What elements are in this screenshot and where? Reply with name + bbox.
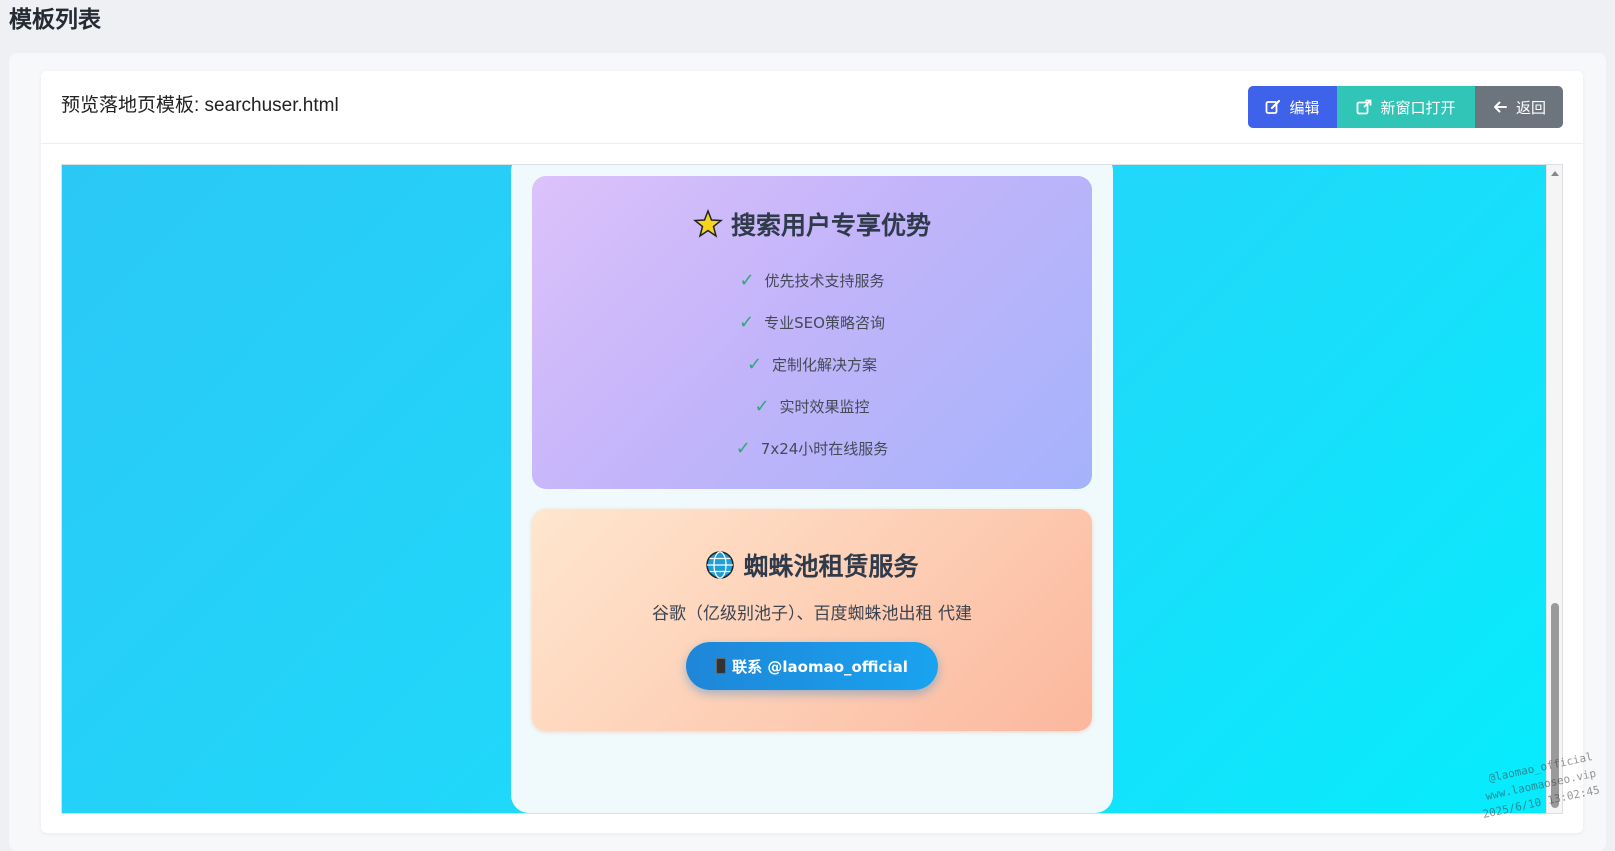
edit-icon (1266, 99, 1281, 114)
list-item-label: 实时效果监控 (779, 398, 870, 416)
preview-card: 预览落地页模板: searchuser.html 编辑 新窗口打开 返回 搜索用… (41, 71, 1583, 833)
landing-content: 搜索用户专享优势 ✓ 优先技术支持服务 ✓ 专业SEO策略咨询 ✓ 定制化解决方… (511, 165, 1113, 813)
spider-pool-description: 谷歌（亿级别池子）、百度蜘蛛池出租 代建 (652, 604, 972, 624)
list-item-label: 优先技术支持服务 (764, 272, 885, 290)
back-button[interactable]: 返回 (1475, 86, 1563, 128)
list-item: ✓ 实时效果监控 (532, 386, 1092, 428)
spider-pool-title: 蜘蛛池租赁服务 (532, 547, 1092, 583)
check-icon: ✓ (754, 396, 770, 417)
scroll-up-arrow-icon[interactable] (1551, 171, 1559, 176)
arrow-left-icon (1493, 101, 1507, 113)
back-button-label: 返回 (1515, 98, 1546, 117)
list-item: ✓ 专业SEO策略咨询 (532, 302, 1092, 344)
open-new-window-label: 新窗口打开 (1380, 98, 1456, 117)
open-new-window-button[interactable]: 新窗口打开 (1337, 86, 1475, 128)
external-link-icon (1357, 99, 1372, 115)
check-icon: ✓ (739, 270, 755, 291)
list-item-label: 专业SEO策略咨询 (764, 314, 885, 332)
advantages-list: ✓ 优先技术支持服务 ✓ 专业SEO策略咨询 ✓ 定制化解决方案 ✓ 实时效果监… (532, 260, 1092, 470)
contact-button-label: 联系 @laomao_official (732, 657, 908, 676)
list-item: ✓ 定制化解决方案 (532, 344, 1092, 386)
edit-button[interactable]: 编辑 (1248, 86, 1337, 128)
advantages-title-text: 搜索用户专享优势 (730, 211, 931, 240)
advantages-title: 搜索用户专享优势 (532, 206, 1092, 242)
spider-pool-title-text: 蜘蛛池租赁服务 (743, 552, 919, 581)
page-title: 模板列表 (9, 7, 101, 33)
star-icon (692, 209, 723, 238)
advantages-section: 搜索用户专享优势 ✓ 优先技术支持服务 ✓ 专业SEO策略咨询 ✓ 定制化解决方… (532, 176, 1092, 489)
list-item-label: 定制化解决方案 (772, 356, 878, 374)
spider-pool-section: 蜘蛛池租赁服务 谷歌（亿级别池子）、百度蜘蛛池出租 代建 联系 @laomao_… (532, 509, 1092, 731)
edit-button-label: 编辑 (1289, 98, 1320, 117)
check-icon: ✓ (746, 354, 763, 375)
preview-background: 搜索用户专享优势 ✓ 优先技术支持服务 ✓ 专业SEO策略咨询 ✓ 定制化解决方… (62, 165, 1548, 813)
list-item: ✓ 7x24小时在线服务 (532, 428, 1092, 470)
globe-icon (706, 551, 735, 579)
card-header: 预览落地页模板: searchuser.html 编辑 新窗口打开 返回 (41, 71, 1583, 144)
list-item-label: 7x24小时在线服务 (760, 440, 889, 458)
card-title: 预览落地页模板: searchuser.html (61, 95, 339, 116)
contact-button[interactable]: 联系 @laomao_official (686, 642, 938, 690)
check-icon: ✓ (735, 438, 751, 459)
list-item: ✓ 优先技术支持服务 (532, 260, 1092, 302)
check-icon: ✓ (739, 312, 755, 333)
action-button-group: 编辑 新窗口打开 返回 (1248, 86, 1563, 128)
preview-iframe[interactable]: 搜索用户专享优势 ✓ 优先技术支持服务 ✓ 专业SEO策略咨询 ✓ 定制化解决方… (61, 164, 1563, 814)
iframe-scrollbar[interactable] (1546, 165, 1562, 813)
phone-icon (716, 658, 727, 674)
